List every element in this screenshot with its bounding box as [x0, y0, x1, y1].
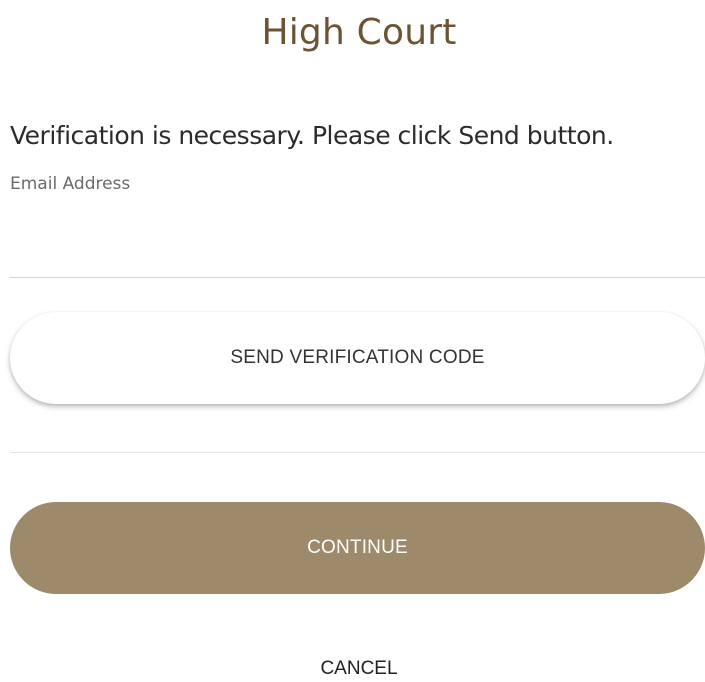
cancel-link[interactable]: CANCEL — [0, 658, 705, 680]
verification-intro-text: Verification is necessary. Please click … — [10, 121, 614, 150]
continue-button[interactable]: CONTINUE — [10, 502, 705, 594]
verification-page: High Court Verification is necessary. Pl… — [0, 0, 705, 682]
divider — [10, 452, 705, 453]
page-title: High Court — [261, 12, 457, 53]
email-field[interactable] — [10, 240, 705, 278]
email-label: Email Address — [10, 174, 131, 194]
send-verification-code-button[interactable]: SEND VERIFICATION CODE — [10, 312, 705, 404]
